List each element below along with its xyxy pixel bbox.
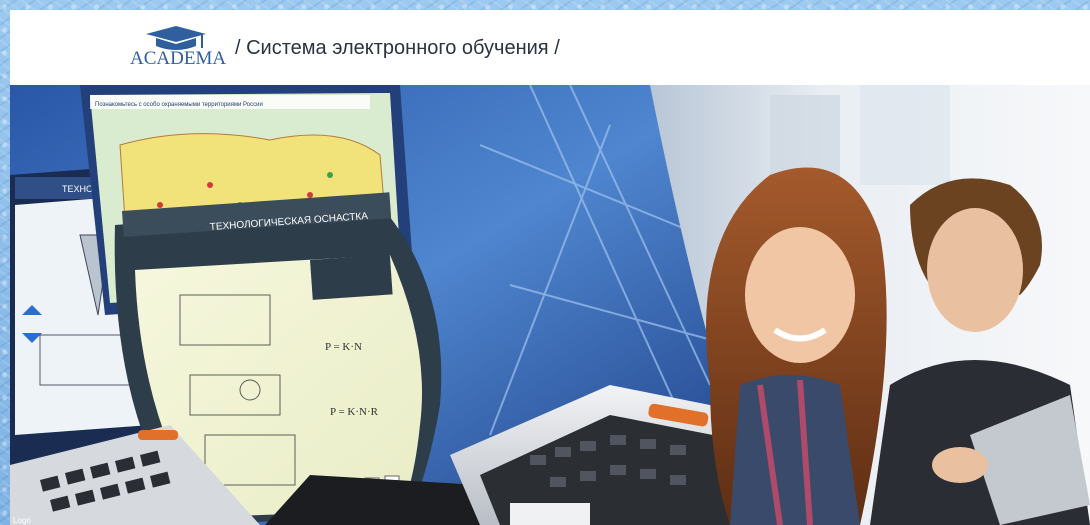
breadcrumb[interactable]: / Система электронного обучения /	[235, 37, 560, 60]
hero-banner: ТЕХНОЛО Познакомьтесь с особо охраняемым…	[10, 85, 1090, 525]
hero-illustration: ТЕХНОЛО Познакомьтесь с особо охраняемым…	[10, 85, 1090, 525]
page-header: ACADEMA / Система электронного обучения …	[10, 10, 1090, 85]
svg-text:P = K·N: P = K·N	[325, 341, 362, 353]
logo-text: ACADEMA	[130, 48, 227, 69]
svg-text:Познакомьтесь с особо охраняем: Познакомьтесь с особо охраняемыми террит…	[95, 102, 263, 108]
svg-text:P = K·N·R: P = K·N·R	[330, 406, 379, 418]
academia-logo[interactable]: ACADEMA	[130, 24, 227, 74]
corner-label: Logo	[13, 516, 31, 525]
